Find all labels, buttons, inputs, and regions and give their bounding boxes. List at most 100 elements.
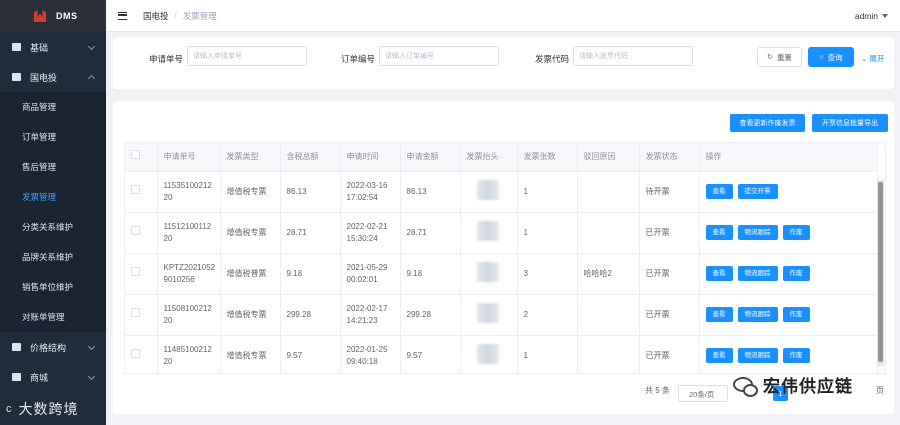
row-select-cell <box>125 253 158 295</box>
sidebar-item-sales-unit[interactable]: 销售单位维护 <box>0 272 106 302</box>
sidebar-item-price-structure[interactable]: 价格结构 <box>0 332 106 362</box>
sidebar-item-category-mapping[interactable]: 分类关系维护 <box>0 212 106 242</box>
column-header: 含税总额 <box>280 143 341 172</box>
goto-page-suffix: 页 <box>876 386 884 395</box>
watermark-right: 宏伟供应链 <box>733 372 853 397</box>
actions-cell: 查看 物流跟踪 作废 <box>699 294 878 336</box>
invoice-status-cell: 已开票 <box>639 212 700 254</box>
sidebar-item-aftersales[interactable]: 售后管理 <box>0 152 106 182</box>
view-button[interactable]: 查看 <box>705 307 733 322</box>
order-no-input[interactable] <box>379 46 499 66</box>
reset-button[interactable]: ↻ 重置 <box>757 47 802 67</box>
column-header: 发票类型 <box>220 143 281 172</box>
row-checkbox[interactable] <box>131 349 140 358</box>
select-all-cell <box>125 143 158 172</box>
view-button[interactable]: 查看 <box>705 348 733 363</box>
apply-no-cell: KPTZ20210529010256 <box>157 253 221 295</box>
apply-no-input[interactable] <box>187 46 307 66</box>
expand-label: 展开 <box>869 54 885 63</box>
apply-time-cell: 2022-02-17 14:21:23 <box>340 294 401 336</box>
folder-icon <box>12 43 21 51</box>
chevron-down-icon <box>87 42 96 51</box>
void-button[interactable]: 作废 <box>782 348 810 363</box>
table-scrollbar[interactable] <box>878 182 883 362</box>
row-select-cell <box>125 212 158 254</box>
track-shipment-button[interactable]: 物流跟踪 <box>737 225 778 240</box>
page-size-select[interactable]: 20条/页 <box>678 385 728 402</box>
expand-link[interactable]: ⌄ 展开 <box>861 53 884 64</box>
sidebar-item-brand-mapping[interactable]: 品牌关系维护 <box>0 242 106 272</box>
sidebar-item-products[interactable]: 商品管理 <box>0 92 106 122</box>
submit-invoice-button[interactable]: 提交开票 <box>737 184 778 199</box>
track-shipment-button[interactable]: 物流跟踪 <box>737 266 778 281</box>
void-button[interactable]: 作废 <box>782 307 810 322</box>
invoice-code-input[interactable] <box>573 46 693 66</box>
column-header: 申请金额 <box>400 143 461 172</box>
chevron-down-icon <box>87 342 96 351</box>
search-icon: ○ <box>819 53 824 61</box>
breadcrumb-root[interactable]: 国电投 <box>143 10 169 22</box>
watermark-badge: c <box>6 403 13 415</box>
invoice-type-cell: 增值税专票 <box>220 212 281 254</box>
watermark-right-text: 宏伟供应链 <box>763 377 853 396</box>
invoice-status-cell: 已开票 <box>639 294 700 336</box>
tax-total-cell: 86.13 <box>280 171 341 213</box>
sidebar-item-label: 基础 <box>30 42 49 53</box>
sidebar-item-label: 国电投 <box>30 72 58 83</box>
row-checkbox[interactable] <box>131 267 140 276</box>
actions-cell: 查看 物流跟踪 作废 <box>699 335 878 373</box>
table-row: 1150810021220 增值税专票 299.28 2022-02-17 14:21… <box>125 294 878 336</box>
redacted-title <box>476 261 499 282</box>
reset-label: 重置 <box>776 52 792 62</box>
sidebar-item-invoices[interactable]: 发票管理 <box>0 182 106 212</box>
column-header: 发票状态 <box>639 143 700 172</box>
row-select-cell <box>125 171 158 213</box>
breadcrumb-separator: / <box>174 11 177 20</box>
sidebar-item-orders[interactable]: 订单管理 <box>0 122 106 152</box>
chevron-down-icon <box>87 372 96 381</box>
user-menu[interactable]: admin <box>855 11 888 21</box>
view-voided-invoices-button[interactable]: 查看更新作废发票 <box>730 114 805 132</box>
redacted-title <box>476 220 499 241</box>
sidebar-item-basic[interactable]: 基础 <box>0 32 106 62</box>
tax-total-cell: 9.57 <box>280 335 341 373</box>
caret-down-icon <box>882 14 888 18</box>
column-header: 申请时间 <box>340 143 401 172</box>
row-select-cell <box>125 294 158 336</box>
reject-reason-cell: 哈哈哈2 <box>577 253 640 295</box>
app-title: DMS <box>56 11 78 21</box>
track-shipment-button[interactable]: 物流跟踪 <box>737 307 778 322</box>
apply-amount-cell: 9.57 <box>400 335 461 373</box>
app-logo[interactable]: DMS <box>0 0 106 32</box>
actions-cell: 查看 物流跟踪 作废 <box>699 253 878 295</box>
view-button[interactable]: 查看 <box>705 225 733 240</box>
invoice-type-cell: 增值税专票 <box>220 294 281 336</box>
table-panel: 查看更新作废发票 开票信息批量导出 申请单号 发票类型 含税总额 申请时间 申请… <box>113 101 894 414</box>
invoice-code-label: 发票代码 <box>535 54 570 64</box>
void-button[interactable]: 作废 <box>782 266 810 281</box>
void-button[interactable]: 作废 <box>782 225 810 240</box>
track-shipment-button[interactable]: 物流跟踪 <box>737 348 778 363</box>
row-checkbox[interactable] <box>131 308 140 317</box>
column-header: 操作 <box>699 143 878 172</box>
logo-icon <box>34 10 46 22</box>
select-all-checkbox[interactable] <box>131 150 140 160</box>
view-button[interactable]: 查看 <box>705 184 733 199</box>
redacted-title <box>476 179 499 200</box>
view-button[interactable]: 查看 <box>705 266 733 281</box>
row-checkbox[interactable] <box>131 185 140 194</box>
sidebar-item-spic[interactable]: 国电投 <box>0 62 106 92</box>
row-checkbox[interactable] <box>131 226 140 235</box>
reject-reason-cell <box>577 294 640 336</box>
apply-amount-cell: 28.71 <box>400 212 461 254</box>
sidebar-item-statements[interactable]: 对账单管理 <box>0 302 106 332</box>
column-header: 发票抬头 <box>460 143 518 172</box>
total-count: 共 5 条 <box>645 386 670 395</box>
reject-reason-cell <box>577 171 640 213</box>
sidebar-item-mall[interactable]: 商城 <box>0 362 106 392</box>
batch-export-button[interactable]: 开票信息批量导出 <box>812 114 888 132</box>
menu-toggle-icon[interactable] <box>118 11 127 20</box>
chevron-down-icon: ⌄ <box>861 54 868 63</box>
apply-amount-cell: 299.28 <box>400 294 461 336</box>
search-button[interactable]: ○ 查询 <box>808 47 854 67</box>
